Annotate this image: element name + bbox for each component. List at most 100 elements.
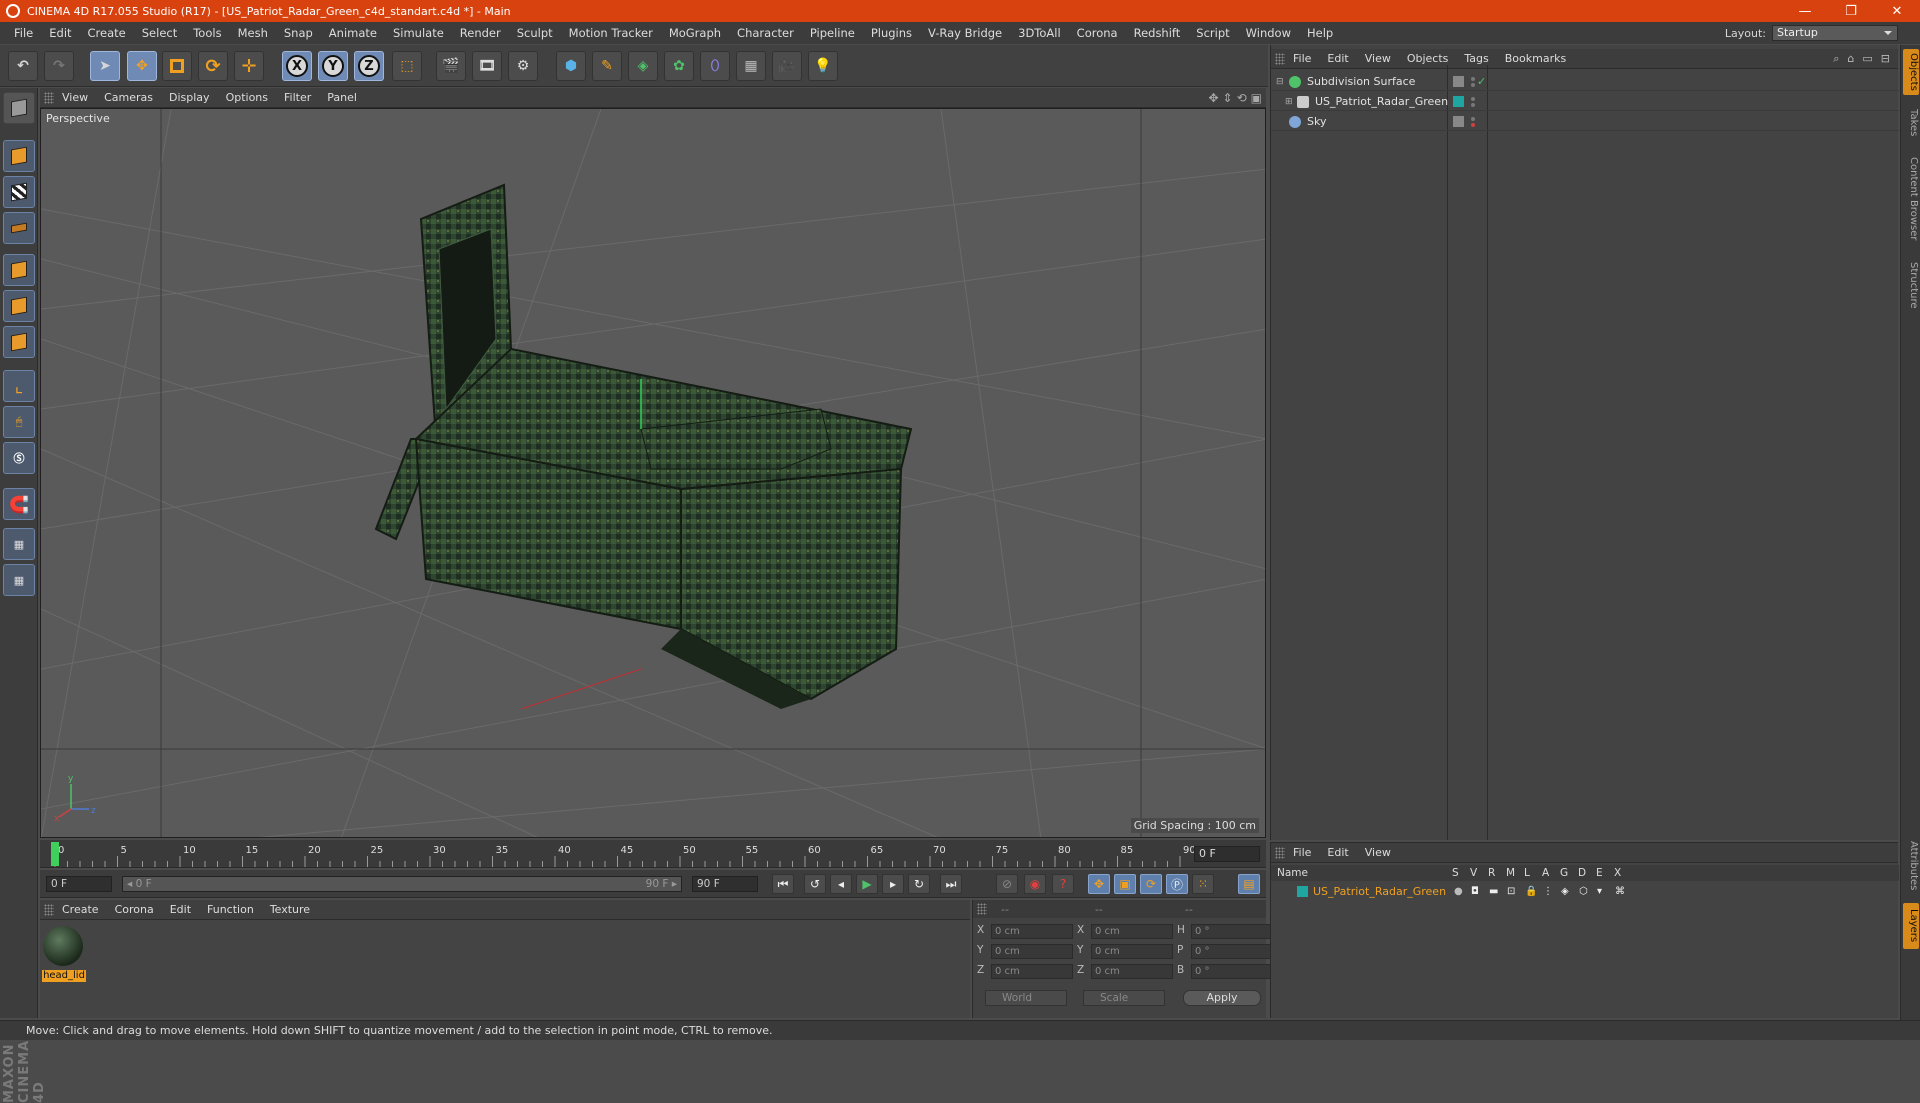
layer-render-icon[interactable]: ▬ [1489, 886, 1498, 897]
frame-range-slider[interactable]: ◂ 0 F 90 F ▸ [122, 876, 682, 892]
tab-structure[interactable]: Structure [1903, 255, 1919, 315]
locked-workplane-icon[interactable]: ▦ [3, 528, 35, 560]
editor-visibility-dot[interactable] [1471, 117, 1475, 121]
menu-file[interactable]: File [6, 26, 41, 40]
layer-xref-icon[interactable]: ⌘ [1615, 886, 1625, 897]
pen-spline-icon[interactable]: ✎ [592, 51, 622, 81]
tab-objects[interactable]: Objects [1903, 49, 1919, 95]
menu-plugins[interactable]: Plugins [863, 26, 920, 40]
rotation-p-field[interactable]: 0 ° [1191, 944, 1273, 959]
menu-mograph[interactable]: MoGraph [661, 26, 729, 40]
menu-redshift[interactable]: Redshift [1126, 26, 1189, 40]
material-menu-corona[interactable]: Corona [107, 903, 162, 916]
tab-takes[interactable]: Takes [1903, 103, 1919, 143]
size-mode-select[interactable]: Scale [1083, 990, 1165, 1006]
layers-menu-edit[interactable]: Edit [1319, 846, 1356, 859]
last-tool-icon[interactable]: ✛ [234, 51, 264, 81]
go-to-end-icon[interactable]: ⏭ [940, 874, 962, 894]
layer-solo-icon[interactable]: ● [1454, 886, 1463, 897]
enabled-check-icon[interactable]: ✓ [1477, 75, 1486, 88]
layer-color-swatch[interactable] [1453, 116, 1464, 127]
polygons-mode-icon[interactable] [3, 326, 35, 358]
viewport-menu-panel[interactable]: Panel [319, 91, 365, 104]
coords-panel-grip-icon[interactable] [977, 903, 987, 915]
object-search-icon[interactable]: ⌕ [1833, 52, 1839, 66]
menu-sculpt[interactable]: Sculpt [509, 26, 561, 40]
cloner-icon[interactable]: ✿ [664, 51, 694, 81]
viewport-menu-options[interactable]: Options [218, 91, 276, 104]
menu-render[interactable]: Render [452, 26, 509, 40]
size-z-field[interactable]: 0 cm [1091, 964, 1173, 979]
position-x-field[interactable]: 0 cm [991, 924, 1073, 939]
layer-view-icon[interactable]: ◘ [1471, 886, 1479, 897]
perspective-viewport[interactable]: y x z Perspective Grid Spacing : 100 cm [40, 108, 1266, 838]
position-z-field[interactable]: 0 cm [991, 964, 1073, 979]
layer-row[interactable]: US_Patriot_Radar_Green ● ◘ ▬ ⊡ 🔒 ⋮ ◈ ⬡ ▾… [1271, 883, 1899, 899]
viewport-menu-display[interactable]: Display [161, 91, 218, 104]
object-row-subdivision-surface[interactable]: ⊟ Subdivision Surface ✓ [1271, 73, 1899, 91]
layer-color-swatch[interactable] [1453, 76, 1464, 87]
edges-mode-icon[interactable] [3, 290, 35, 322]
layer-name[interactable]: US_Patriot_Radar_Green [1313, 885, 1446, 898]
start-frame-field[interactable]: 0 F [46, 876, 112, 892]
go-to-start-icon[interactable]: ⏮ [772, 874, 794, 894]
viewport-menu-cameras[interactable]: Cameras [96, 91, 161, 104]
undo-icon[interactable]: ↶ [8, 51, 38, 81]
layer-deformers-icon[interactable]: ⬡ [1579, 886, 1588, 897]
viewport-pan-icon[interactable]: ✥ [1208, 91, 1218, 105]
render-visibility-dot[interactable] [1471, 83, 1475, 87]
menu-character[interactable]: Character [729, 26, 802, 40]
object-home-icon[interactable]: ⌂ [1847, 52, 1854, 66]
menu-snap[interactable]: Snap [276, 26, 321, 40]
live-selection-icon[interactable]: ➤ [90, 51, 120, 81]
layer-lock-icon[interactable]: 🔒 [1525, 886, 1537, 897]
key-pla-icon[interactable]: ⁙ [1192, 874, 1214, 894]
menu-animate[interactable]: Animate [321, 26, 385, 40]
object-lock-icon[interactable]: ⊟ [1881, 52, 1890, 66]
layer-color-swatch[interactable] [1297, 886, 1308, 897]
y-axis-lock-button[interactable]: Y [318, 51, 348, 81]
deformer-icon[interactable]: ⬯ [700, 51, 730, 81]
key-parameter-icon[interactable]: Ⓟ [1166, 874, 1188, 894]
apply-button[interactable]: Apply [1183, 990, 1261, 1006]
cube-primitive-icon[interactable]: ⬢ [556, 51, 586, 81]
menu-tools[interactable]: Tools [185, 26, 229, 40]
expand-icon[interactable]: ⊞ [1285, 97, 1293, 107]
minimize-button[interactable]: — [1782, 4, 1828, 19]
scale-tool-icon[interactable] [162, 51, 192, 81]
tab-content-browser[interactable]: Content Browser [1903, 149, 1919, 249]
material-preview-ball[interactable] [43, 926, 83, 966]
radar-model[interactable] [374, 183, 913, 709]
viewport-menu-view[interactable]: View [54, 91, 96, 104]
size-y-field[interactable]: 0 cm [1091, 944, 1173, 959]
menu-help[interactable]: Help [1299, 26, 1341, 40]
rotation-b-field[interactable]: 0 ° [1191, 964, 1273, 979]
render-settings-icon[interactable]: ⚙ [508, 51, 538, 81]
keyframe-selection-icon[interactable]: ? [1052, 874, 1074, 894]
timeline-ruler[interactable]: 0 5 10 15 20 25 30 35 40 45 50 55 60 65 70 75 80 85 90 0 F [40, 840, 1266, 868]
layer-generators-icon[interactable]: ◈ [1561, 886, 1569, 897]
rotation-h-field[interactable]: 0 ° [1191, 924, 1273, 939]
layer-manager-icon[interactable]: ⊡ [1507, 886, 1515, 897]
panel-grip-icon[interactable] [44, 91, 54, 104]
end-frame-field[interactable]: 90 F [692, 876, 758, 892]
current-frame-field[interactable]: 0 F [1194, 846, 1260, 862]
object-row-sky[interactable]: Sky [1271, 113, 1899, 131]
render-visibility-dot[interactable] [1471, 103, 1475, 107]
menu-vray-bridge[interactable]: V-Ray Bridge [920, 26, 1010, 40]
object-row-us-patriot-radar-green[interactable]: ⊞ US_Patriot_Radar_Green [1271, 93, 1899, 111]
render-view-icon[interactable]: 🎬 [436, 51, 466, 81]
layer-color-swatch[interactable] [1453, 96, 1464, 107]
objects-menu-file[interactable]: File [1285, 52, 1319, 65]
collapse-icon[interactable]: ⊟ [1276, 77, 1284, 87]
menu-window[interactable]: Window [1238, 26, 1299, 40]
viewport-zoom-icon[interactable]: ⇕ [1223, 91, 1233, 105]
previous-key-icon[interactable]: ↺ [804, 874, 826, 894]
tweak-mode-icon[interactable]: 🖱 [3, 406, 35, 438]
x-axis-lock-button[interactable]: X [282, 51, 312, 81]
menu-motion-tracker[interactable]: Motion Tracker [561, 26, 661, 40]
next-frame-icon[interactable]: ▸ [882, 874, 904, 894]
layers-menu-view[interactable]: View [1357, 846, 1399, 859]
objects-menu-view[interactable]: View [1357, 52, 1399, 65]
record-keys-icon[interactable]: ⊘ [996, 874, 1018, 894]
